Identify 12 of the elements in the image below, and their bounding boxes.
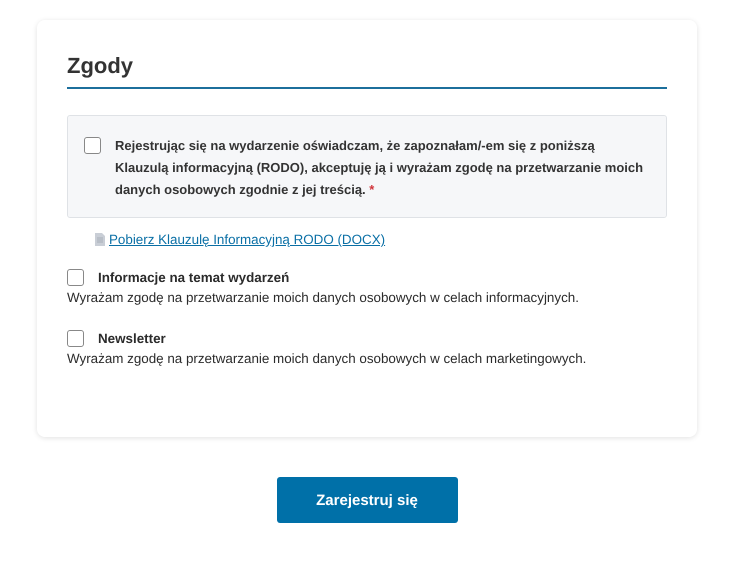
consent-text: Rejestrując się na wydarzenie oświadczam, że zapoznałam/-em się z poniższą Klauzulą informacyjną (RODO), akceptuję ją i wyrażam zgodę na przetwarzanie moich danych osobowych zgodnie z jej treścią. * xyxy=(115,137,644,199)
option-description: Wyrażam zgodę na przetwarzanie moich danych osobowych w celach informacyjnych. xyxy=(67,290,580,305)
option-description: Wyrażam zgodę na przetwarzanie moich danych osobowych w celach marketingowych. xyxy=(67,351,588,366)
checkbox[interactable] xyxy=(67,330,84,347)
checkbox[interactable] xyxy=(84,137,101,154)
download-link[interactable]: Pobierz Klauzulę Informacyjną RODO (DOCX) xyxy=(109,232,386,247)
option-title: Newsletter xyxy=(98,331,166,346)
register-button[interactable]: Zarejestruj się xyxy=(276,477,458,523)
document-icon xyxy=(95,233,105,246)
option-title: Informacje na temat wydarzeń xyxy=(98,270,290,285)
checkbox[interactable] xyxy=(67,269,84,286)
section-title: Zgody xyxy=(67,53,667,89)
